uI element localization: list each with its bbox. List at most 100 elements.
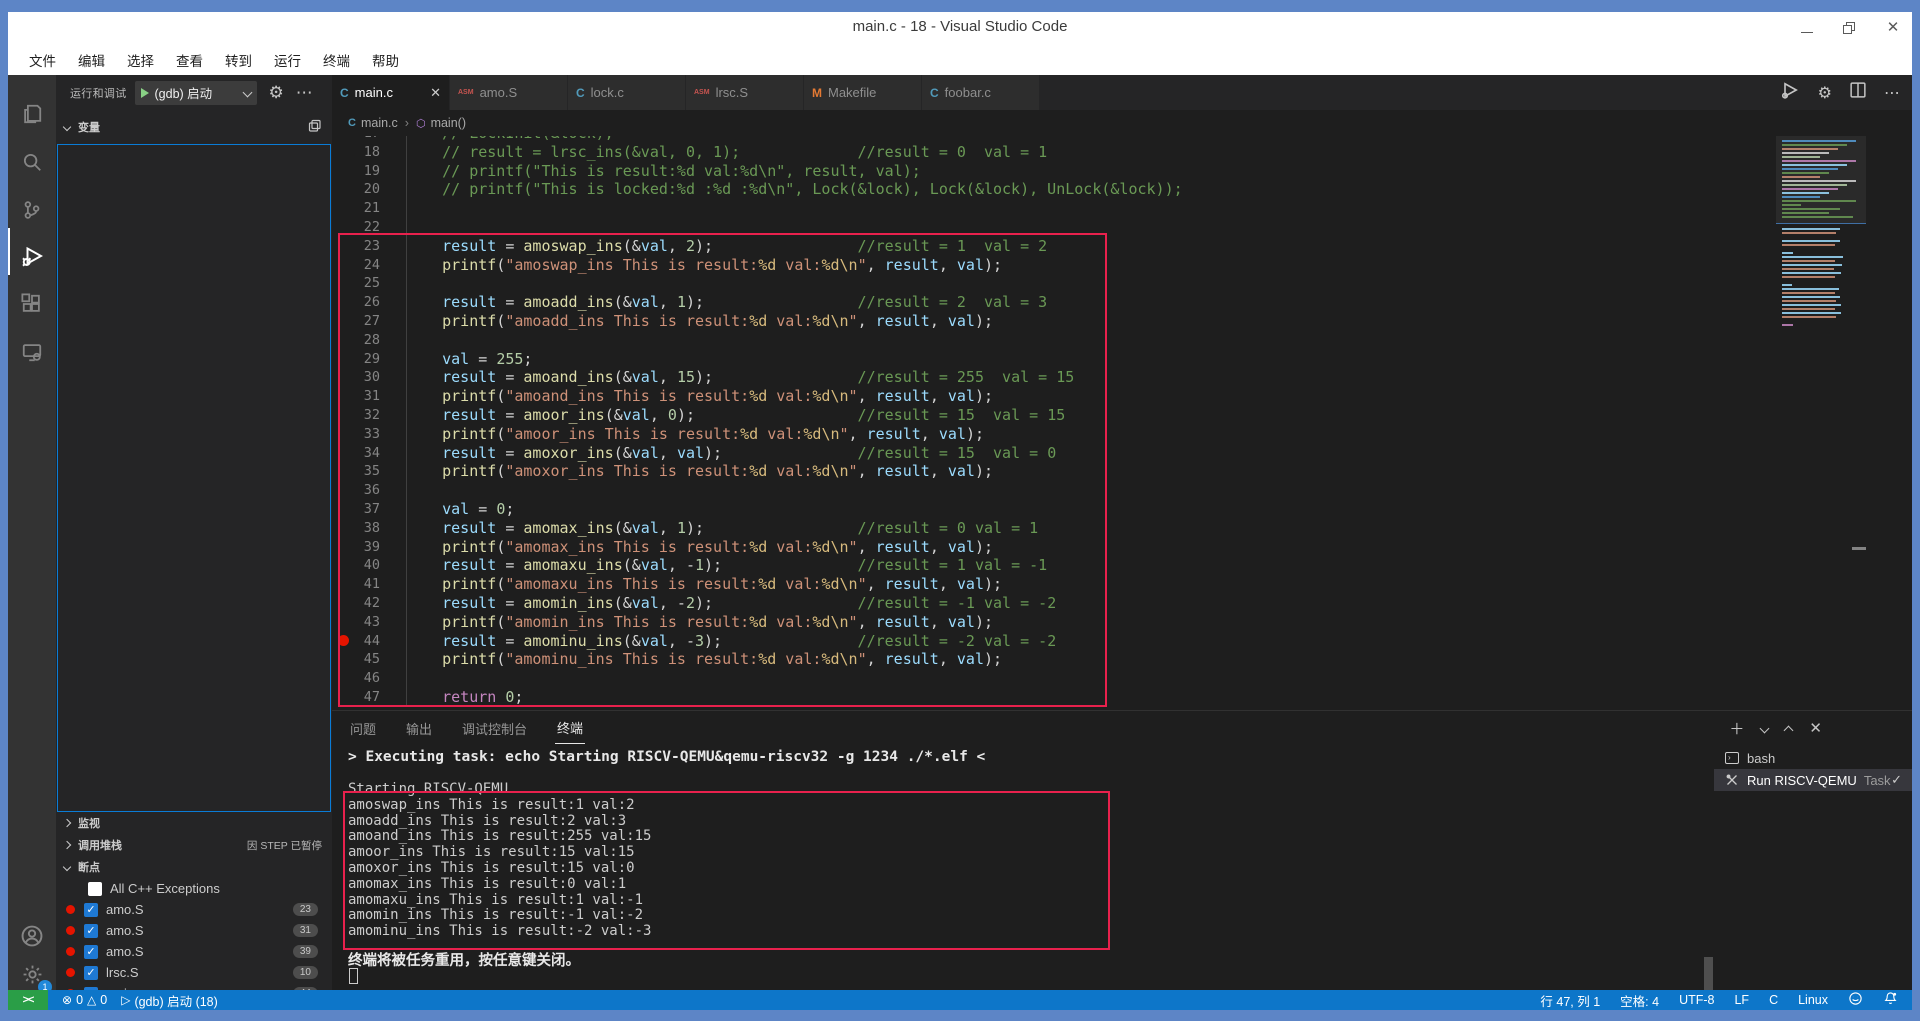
code-editor[interactable]: 17 // LockInit(&lock);18 // result = lrs… [332,136,1912,710]
breadcrumb-file[interactable]: main.c [361,116,398,130]
breakpoint-checkbox[interactable]: ✓ [84,945,98,959]
menu-item-查看[interactable]: 查看 [165,46,214,74]
code-line-25[interactable]: 25 [332,274,1532,293]
debug-config-select[interactable]: (gdb) 启动 [135,81,257,105]
tab-lock.c[interactable]: Clock.c [568,75,686,110]
breakpoint-item[interactable]: ✓amo.S23 [56,899,332,920]
status-item[interactable]: 空格: 4 [1620,991,1659,1010]
code-line-24[interactable]: 24 printf("amoswap_ins This is result:%d… [332,256,1532,275]
run-or-debug-icon[interactable] [1780,80,1800,105]
remote-explorer-icon[interactable] [16,336,48,368]
breakpoint-checkbox[interactable]: ✓ [84,966,98,980]
code-line-22[interactable]: 22 [332,218,1532,237]
breakpoint-gutter[interactable] [338,500,352,519]
bell-icon[interactable] [1883,991,1898,1009]
run-and-debug-icon[interactable] [16,240,48,272]
code-line-29[interactable]: 29 val = 255; [332,350,1532,369]
breakpoint-gutter[interactable] [338,350,352,369]
code-line-45[interactable]: 45 printf("amominu_ins This is result:%d… [332,650,1532,669]
menu-item-文件[interactable]: 文件 [18,46,67,74]
breakpoint-gutter[interactable] [338,462,352,481]
code-line-19[interactable]: 19 // printf("This is result:%d val:%d\n… [332,162,1532,181]
code-line-35[interactable]: 35 printf("amoxor_ins This is result:%d … [332,462,1532,481]
problems-status[interactable]: ⊗ 0 △ 0 [62,993,107,1007]
code-line-47[interactable]: 47 return 0; [332,688,1532,707]
breakpoint-gutter[interactable] [338,575,352,594]
panel-tab-输出[interactable]: 输出 [404,713,434,744]
menu-item-帮助[interactable]: 帮助 [361,46,410,74]
panel-tab-问题[interactable]: 问题 [348,713,378,744]
configure-gear-icon[interactable]: ⚙ [1818,83,1832,103]
code-line-18[interactable]: 18 // result = lrsc_ins(&val, 0, 1); //r… [332,143,1532,162]
menu-item-选择[interactable]: 选择 [116,46,165,74]
code-line-27[interactable]: 27 printf("amoadd_ins This is result:%d … [332,312,1532,331]
breakpoint-gutter[interactable] [338,481,352,500]
breakpoint-gutter[interactable] [338,274,352,293]
breakpoint-gutter[interactable] [338,237,352,256]
debug-settings-gear-icon[interactable]: ⚙ [269,83,284,103]
debug-more-actions-icon[interactable]: ⋯ [296,83,313,103]
exceptions-row[interactable]: All C++ Exceptions [56,878,332,899]
terminal-item-bash[interactable]: › bash [1714,747,1912,769]
code-line-46[interactable]: 46 [332,669,1532,688]
variables-pane-body[interactable] [57,144,331,812]
menu-item-终端[interactable]: 终端 [312,46,361,74]
debug-status[interactable]: ▷ (gdb) 启动 (18) [121,991,218,1010]
menu-item-编辑[interactable]: 编辑 [67,46,116,74]
watch-pane-header[interactable]: 监视 [56,812,332,834]
tab-close-icon[interactable]: ✕ [430,85,441,101]
variables-pane-header[interactable]: 变量 [56,116,332,138]
breakpoint-gutter[interactable] [338,162,352,181]
terminal-scrollbar[interactable] [1704,957,1713,990]
code-line-44[interactable]: 44 result = amominu_ins(&val, -3); //res… [332,632,1532,651]
code-line-28[interactable]: 28 [332,331,1532,350]
tab-foobar.c[interactable]: Cfoobar.c [922,75,1040,110]
split-pane-icon[interactable] [308,119,322,136]
code-line-34[interactable]: 34 result = amoxor_ins(&val, val); //res… [332,444,1532,463]
breakpoints-pane-header[interactable]: 断点 [56,856,332,878]
code-line-40[interactable]: 40 result = amomaxu_ins(&val, -1); //res… [332,556,1532,575]
breakpoint-gutter[interactable] [338,143,352,162]
code-line-26[interactable]: 26 result = amoadd_ins(&val, 1); //resul… [332,293,1532,312]
code-line-17[interactable]: 17 // LockInit(&lock); [332,136,1532,143]
code-line-37[interactable]: 37 val = 0; [332,500,1532,519]
tab-lrsc.S[interactable]: ASMlrsc.S [686,75,804,110]
breakpoint-gutter[interactable] [338,688,352,707]
terminal-item-run-task[interactable]: Run RISCV-QEMU Task ✓ [1714,769,1912,791]
breakpoint-item[interactable]: ✓lrsc.S10 [56,962,332,983]
code-line-20[interactable]: 20 // printf("This is locked:%d :%d :%d\… [332,180,1532,199]
menu-item-运行[interactable]: 运行 [263,46,312,74]
breakpoint-gutter[interactable] [338,556,352,575]
extensions-icon[interactable] [16,288,48,320]
breakpoint-item[interactable]: ✓amo.S31 [56,920,332,941]
minimize-icon[interactable] [1801,23,1813,33]
breakpoint-gutter[interactable] [338,519,352,538]
breakpoint-dot[interactable] [338,635,349,646]
terminal-output[interactable]: > Executing task: echo Starting RISCV-QE… [348,749,1688,765]
breakpoint-gutter[interactable] [338,256,352,275]
code-line-39[interactable]: 39 printf("amomax_ins This is result:%d … [332,538,1532,557]
code-line-36[interactable]: 36 [332,481,1532,500]
account-icon[interactable] [16,920,48,952]
status-item[interactable]: C [1769,993,1778,1007]
code-line-41[interactable]: 41 printf("amomaxu_ins This is result:%d… [332,575,1532,594]
tab-amo.S[interactable]: ASMamo.S [450,75,568,110]
more-actions-icon[interactable]: ⋯ [1884,83,1900,103]
status-item[interactable]: UTF-8 [1679,993,1714,1007]
breakpoint-gutter[interactable] [338,669,352,688]
breadcrumb[interactable]: C main.c › ⬡ main() [332,110,1912,136]
exceptions-checkbox[interactable] [88,882,102,896]
breakpoint-item[interactable]: ✓amo.S39 [56,941,332,962]
breakpoint-gutter[interactable] [338,387,352,406]
tab-main.c[interactable]: Cmain.c✕ [332,75,450,110]
panel-tab-调试控制台[interactable]: 调试控制台 [460,713,529,744]
code-line-23[interactable]: 23 result = amoswap_ins(&val, 2); //resu… [332,237,1532,256]
status-item[interactable]: LF [1734,993,1749,1007]
breakpoint-gutter[interactable] [338,199,352,218]
close-panel-icon[interactable]: ✕ [1809,719,1822,737]
remote-indicator[interactable]: >< [8,990,48,1010]
maximize-panel-icon[interactable] [1784,725,1794,735]
panel-tab-终端[interactable]: 终端 [555,712,585,744]
code-line-43[interactable]: 43 printf("amomin_ins This is result:%d … [332,613,1532,632]
code-line-31[interactable]: 31 printf("amoand_ins This is result:%d … [332,387,1532,406]
